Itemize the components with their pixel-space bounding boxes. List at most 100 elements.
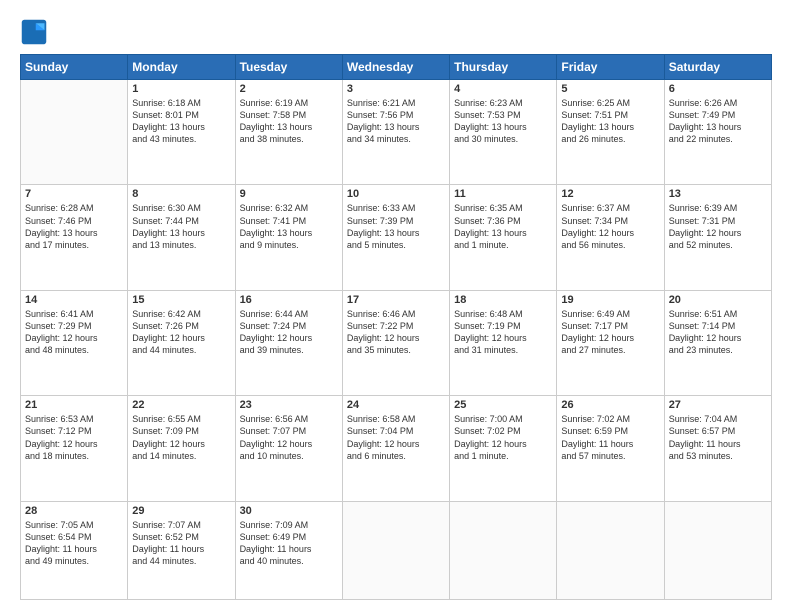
calendar-cell: 10 Sunrise: 6:33 AM Sunset: 7:39 PM Dayli… (342, 185, 449, 290)
day-number: 24 (347, 399, 445, 411)
calendar-cell: 4 Sunrise: 6:23 AM Sunset: 7:53 PM Daylig… (450, 80, 557, 185)
day-number: 5 (561, 83, 659, 95)
calendar-cell: 15Sunrise: 6:42 AM Sunset: 7:26 PM Dayli… (128, 290, 235, 395)
calendar-cell (342, 501, 449, 599)
day-info: Sunrise: 6:37 AM Sunset: 7:34 PM Dayligh… (561, 202, 659, 251)
day-info: Sunrise: 6:35 AM Sunset: 7:36 PM Dayligh… (454, 202, 552, 251)
calendar-cell: 9 Sunrise: 6:32 AM Sunset: 7:41 PM Daylig… (235, 185, 342, 290)
calendar-cell: 11 Sunrise: 6:35 AM Sunset: 7:36 PM Dayli… (450, 185, 557, 290)
day-info: Sunrise: 7:05 AM Sunset: 6:54 PM Dayligh… (25, 519, 123, 568)
calendar-cell: 2 Sunrise: 6:19 AM Sunset: 7:58 PM Daylig… (235, 80, 342, 185)
day-info: Sunrise: 6:28 AM Sunset: 7:46 PM Dayligh… (25, 202, 123, 251)
day-info: Sunrise: 7:04 AM Sunset: 6:57 PM Dayligh… (669, 413, 767, 462)
calendar-cell: 30 Sunrise: 7:09 AM Sunset: 6:49 PM Dayli… (235, 501, 342, 599)
calendar-cell: 6 Sunrise: 6:26 AM Sunset: 7:49 PM Daylig… (664, 80, 771, 185)
calendar-cell: 28 Sunrise: 7:05 AM Sunset: 6:54 PM Dayli… (21, 501, 128, 599)
calendar-cell: 14Sunrise: 6:41 AM Sunset: 7:29 PM Dayli… (21, 290, 128, 395)
day-info: Sunrise: 6:32 AM Sunset: 7:41 PM Dayligh… (240, 202, 338, 251)
day-number: 6 (669, 83, 767, 95)
calendar-cell: 22 Sunrise: 6:55 AM Sunset: 7:09 PM Dayli… (128, 396, 235, 501)
day-info: Sunrise: 6:23 AM Sunset: 7:53 PM Dayligh… (454, 97, 552, 146)
day-number: 2 (240, 83, 338, 95)
calendar-weekday-thursday: Thursday (450, 55, 557, 80)
day-number: 18 (454, 294, 552, 306)
day-number: 1 (132, 83, 230, 95)
header (20, 18, 772, 46)
calendar-weekday-monday: Monday (128, 55, 235, 80)
calendar-cell: 23 Sunrise: 6:56 AM Sunset: 7:07 PM Dayli… (235, 396, 342, 501)
day-info: Sunrise: 6:19 AM Sunset: 7:58 PM Dayligh… (240, 97, 338, 146)
day-number: 21 (25, 399, 123, 411)
day-info: Sunrise: 6:48 AM Sunset: 7:19 PM Dayligh… (454, 308, 552, 357)
day-number: 12 (561, 188, 659, 200)
calendar-week-row: 1 Sunrise: 6:18 AM Sunset: 8:01 PM Daylig… (21, 80, 772, 185)
day-number: 4 (454, 83, 552, 95)
day-number: 26 (561, 399, 659, 411)
day-info: Sunrise: 6:56 AM Sunset: 7:07 PM Dayligh… (240, 413, 338, 462)
day-info: Sunrise: 6:53 AM Sunset: 7:12 PM Dayligh… (25, 413, 123, 462)
day-number: 28 (25, 505, 123, 517)
day-number: 3 (347, 83, 445, 95)
day-number: 23 (240, 399, 338, 411)
day-info: Sunrise: 6:44 AM Sunset: 7:24 PM Dayligh… (240, 308, 338, 357)
calendar-cell: 1 Sunrise: 6:18 AM Sunset: 8:01 PM Daylig… (128, 80, 235, 185)
day-number: 25 (454, 399, 552, 411)
calendar-table: SundayMondayTuesdayWednesdayThursdayFrid… (20, 54, 772, 600)
calendar-cell: 13 Sunrise: 6:39 AM Sunset: 7:31 PM Dayli… (664, 185, 771, 290)
calendar-week-row: 7 Sunrise: 6:28 AM Sunset: 7:46 PM Daylig… (21, 185, 772, 290)
day-info: Sunrise: 7:07 AM Sunset: 6:52 PM Dayligh… (132, 519, 230, 568)
calendar-cell: 24 Sunrise: 6:58 AM Sunset: 7:04 PM Dayli… (342, 396, 449, 501)
day-info: Sunrise: 7:09 AM Sunset: 6:49 PM Dayligh… (240, 519, 338, 568)
day-info: Sunrise: 6:58 AM Sunset: 7:04 PM Dayligh… (347, 413, 445, 462)
calendar-cell: 8Sunrise: 6:30 AM Sunset: 7:44 PM Daylig… (128, 185, 235, 290)
calendar-cell: 16 Sunrise: 6:44 AM Sunset: 7:24 PM Dayli… (235, 290, 342, 395)
day-info: Sunrise: 6:21 AM Sunset: 7:56 PM Dayligh… (347, 97, 445, 146)
day-number: 30 (240, 505, 338, 517)
day-info: Sunrise: 6:39 AM Sunset: 7:31 PM Dayligh… (669, 202, 767, 251)
day-number: 22 (132, 399, 230, 411)
calendar-cell (664, 501, 771, 599)
calendar-cell: 20 Sunrise: 6:51 AM Sunset: 7:14 PM Dayli… (664, 290, 771, 395)
calendar-cell: 18 Sunrise: 6:48 AM Sunset: 7:19 PM Dayli… (450, 290, 557, 395)
day-number: 27 (669, 399, 767, 411)
day-number: 20 (669, 294, 767, 306)
day-number: 29 (132, 505, 230, 517)
day-info: Sunrise: 6:18 AM Sunset: 8:01 PM Dayligh… (132, 97, 230, 146)
logo (20, 18, 52, 46)
day-number: 10 (347, 188, 445, 200)
day-number: 11 (454, 188, 552, 200)
day-number: 8 (132, 188, 230, 200)
day-number: 9 (240, 188, 338, 200)
logo-icon (20, 18, 48, 46)
calendar-cell: 19Sunrise: 6:49 AM Sunset: 7:17 PM Dayli… (557, 290, 664, 395)
calendar-cell (450, 501, 557, 599)
day-info: Sunrise: 6:51 AM Sunset: 7:14 PM Dayligh… (669, 308, 767, 357)
calendar-weekday-sunday: Sunday (21, 55, 128, 80)
calendar-header-row: SundayMondayTuesdayWednesdayThursdayFrid… (21, 55, 772, 80)
calendar-week-row: 14Sunrise: 6:41 AM Sunset: 7:29 PM Dayli… (21, 290, 772, 395)
day-number: 7 (25, 188, 123, 200)
calendar-cell: 12 Sunrise: 6:37 AM Sunset: 7:34 PM Dayli… (557, 185, 664, 290)
calendar-cell: 7 Sunrise: 6:28 AM Sunset: 7:46 PM Daylig… (21, 185, 128, 290)
page: SundayMondayTuesdayWednesdayThursdayFrid… (0, 0, 792, 612)
day-number: 19 (561, 294, 659, 306)
day-info: Sunrise: 7:02 AM Sunset: 6:59 PM Dayligh… (561, 413, 659, 462)
calendar-week-row: 21 Sunrise: 6:53 AM Sunset: 7:12 PM Dayli… (21, 396, 772, 501)
calendar-cell: 5 Sunrise: 6:25 AM Sunset: 7:51 PM Daylig… (557, 80, 664, 185)
day-info: Sunrise: 6:25 AM Sunset: 7:51 PM Dayligh… (561, 97, 659, 146)
calendar-cell: 3 Sunrise: 6:21 AM Sunset: 7:56 PM Daylig… (342, 80, 449, 185)
calendar-weekday-saturday: Saturday (664, 55, 771, 80)
day-info: Sunrise: 6:42 AM Sunset: 7:26 PM Dayligh… (132, 308, 230, 357)
day-info: Sunrise: 7:00 AM Sunset: 7:02 PM Dayligh… (454, 413, 552, 462)
calendar-weekday-tuesday: Tuesday (235, 55, 342, 80)
day-number: 13 (669, 188, 767, 200)
day-info: Sunrise: 6:55 AM Sunset: 7:09 PM Dayligh… (132, 413, 230, 462)
calendar-cell: 29 Sunrise: 7:07 AM Sunset: 6:52 PM Dayli… (128, 501, 235, 599)
day-number: 16 (240, 294, 338, 306)
day-number: 17 (347, 294, 445, 306)
day-number: 14 (25, 294, 123, 306)
day-info: Sunrise: 6:26 AM Sunset: 7:49 PM Dayligh… (669, 97, 767, 146)
calendar-cell: 27 Sunrise: 7:04 AM Sunset: 6:57 PM Dayli… (664, 396, 771, 501)
day-info: Sunrise: 6:33 AM Sunset: 7:39 PM Dayligh… (347, 202, 445, 251)
calendar-cell: 21 Sunrise: 6:53 AM Sunset: 7:12 PM Dayli… (21, 396, 128, 501)
